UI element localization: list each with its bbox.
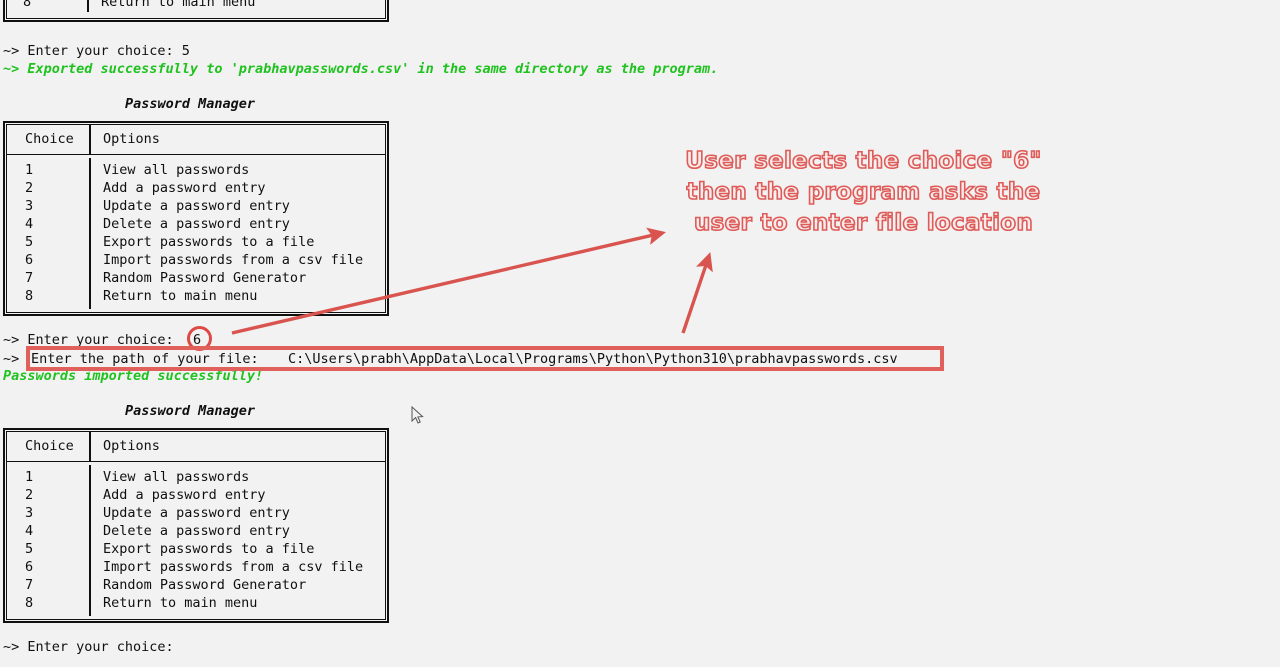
row-option: Import passwords from a csv file [103, 252, 364, 268]
page-title-2: Password Manager [125, 403, 256, 419]
table-header-row-2: Choice Options [7, 432, 385, 462]
line-final-prompt: ~> Enter your choice: [3, 639, 174, 655]
annotation-box-path-input [26, 346, 944, 371]
table-row[interactable]: 8 Return to main menu [7, 287, 385, 305]
table-inner-1: Choice Options 1 View all passwords 2 Ad… [6, 124, 386, 313]
row-choice: 2 [25, 180, 34, 196]
row-option: View all passwords [103, 469, 250, 485]
line-choice-5: ~> Enter your choice: 5 [3, 43, 190, 59]
table-row[interactable]: 2 Add a password entry [7, 179, 385, 197]
row-choice: 1 [25, 162, 34, 178]
row-choice: 7 [25, 577, 34, 593]
table-row[interactable]: 1 View all passwords [7, 161, 385, 179]
table-row[interactable]: 4 Delete a password entry [7, 522, 385, 540]
row-choice: 4 [25, 523, 34, 539]
row-choice: 4 [25, 216, 34, 232]
table-row[interactable]: 7 Random Password Generator [7, 576, 385, 594]
table-row[interactable]: 7 Random Password Generator [7, 269, 385, 287]
annotation-callout-text: User selects the choice "6" then the pro… [684, 147, 1042, 237]
table-row[interactable]: 3 Update a password entry [7, 197, 385, 215]
header-choice: Choice [25, 131, 74, 147]
row-choice: 6 [25, 559, 34, 575]
row-option: Delete a password entry [103, 216, 290, 232]
row-option: Update a password entry [103, 198, 290, 214]
table-column-divider [89, 125, 91, 154]
arrow-short-icon [681, 252, 713, 334]
path-prompt-marker: ~> [3, 351, 28, 367]
row-option: Return to main menu [103, 595, 258, 611]
row-choice: 6 [25, 252, 34, 268]
table-row[interactable]: 2 Add a password entry [7, 486, 385, 504]
row-choice: 5 [25, 234, 34, 250]
header-choice: Choice [25, 438, 74, 454]
table-row[interactable]: 6 Import passwords from a csv file [7, 558, 385, 576]
row-option: View all passwords [103, 162, 250, 178]
row-choice: 8 [25, 288, 34, 304]
row-option: Export passwords to a file [103, 234, 315, 250]
row-option: Import passwords from a csv file [103, 559, 364, 575]
menu-table-partial-top: 8 Return to main menu [3, 0, 389, 22]
table-cell-option: Return to main menu [101, 0, 256, 10]
table-cell-choice: 8 [23, 0, 32, 10]
row-option: Add a password entry [103, 487, 266, 503]
row-option: Update a password entry [103, 505, 290, 521]
table-column-divider [89, 432, 91, 461]
row-choice: 2 [25, 487, 34, 503]
row-choice: 1 [25, 469, 34, 485]
row-choice: 3 [25, 198, 34, 214]
table-row[interactable]: 1 View all passwords [7, 468, 385, 486]
row-option: Random Password Generator [103, 577, 307, 593]
row-option: Add a password entry [103, 180, 266, 196]
row-option: Random Password Generator [103, 270, 307, 286]
row-option: Delete a password entry [103, 523, 290, 539]
header-options: Options [103, 438, 160, 454]
row-choice: 8 [25, 595, 34, 611]
table-inner-2: Choice Options 1 View all passwords 2 Ad… [6, 431, 386, 620]
menu-table-2: Choice Options 1 View all passwords 2 Ad… [3, 428, 389, 623]
mouse-pointer-icon [411, 406, 424, 424]
table-row[interactable]: 5 Export passwords to a file [7, 233, 385, 251]
row-choice: 5 [25, 541, 34, 557]
table-body-2: 1 View all passwords 2 Add a password en… [7, 462, 385, 619]
menu-table-1: Choice Options 1 View all passwords 2 Ad… [3, 121, 389, 316]
table-row[interactable]: 6 Import passwords from a csv file [7, 251, 385, 269]
table-row[interactable]: 3 Update a password entry [7, 504, 385, 522]
line-export-success: ~> Exported successfully to 'prabhavpass… [3, 61, 719, 77]
row-option: Return to main menu [103, 288, 258, 304]
page-title-1: Password Manager [125, 96, 256, 112]
table-row[interactable]: 8 Return to main menu [7, 594, 385, 612]
row-choice: 3 [25, 505, 34, 521]
table-row[interactable]: 4 Delete a password entry [7, 215, 385, 233]
table-header-row-1: Choice Options [7, 125, 385, 155]
row-option: Export passwords to a file [103, 541, 315, 557]
table-body-1: 1 View all passwords 2 Add a password en… [7, 155, 385, 312]
table-row[interactable]: 5 Export passwords to a file [7, 540, 385, 558]
header-options: Options [103, 131, 160, 147]
table-column-divider [87, 0, 89, 12]
terminal-console: 8 Return to main menu ~> Enter your choi… [0, 0, 1280, 667]
row-choice: 7 [25, 270, 34, 286]
